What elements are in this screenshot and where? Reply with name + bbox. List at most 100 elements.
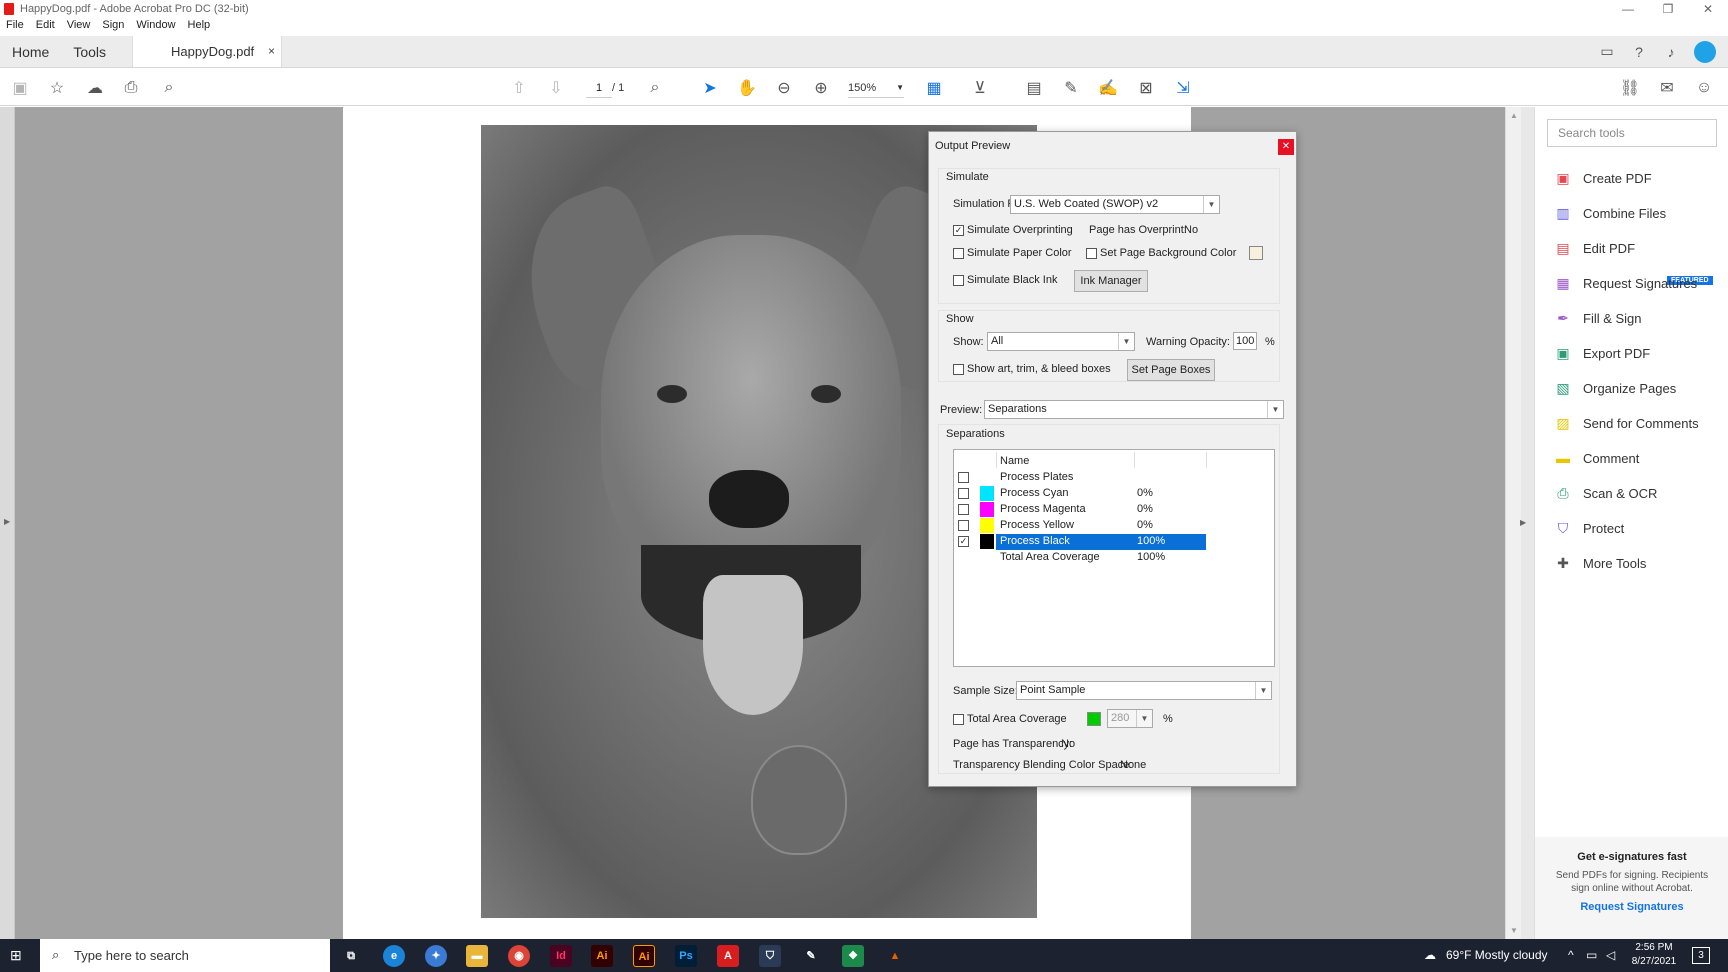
zoom-out-icon[interactable]: ⊖	[774, 78, 794, 98]
separation-checkbox[interactable]	[958, 472, 969, 483]
find-zoom-icon[interactable]: ⌕	[159, 78, 179, 98]
illustrator-icon[interactable]: Ai	[591, 945, 613, 967]
app-green-icon[interactable]: ❖	[842, 945, 864, 967]
vertical-scrollbar[interactable]: ▲ ▼	[1505, 107, 1521, 939]
tool-protect[interactable]: ⛉ Protect	[1553, 516, 1624, 540]
separation-row[interactable]: Process Cyan 0%	[954, 486, 1276, 502]
select-cursor-icon[interactable]: ➤	[700, 78, 720, 98]
page-number-input[interactable]: 1	[586, 78, 612, 98]
highlight-pen-icon[interactable]: ✎	[1061, 78, 1081, 98]
menu-window[interactable]: Window	[136, 19, 175, 35]
tool-request-signatures[interactable]: ▦ Request Signatures	[1553, 271, 1697, 295]
next-page-icon[interactable]: ⇩	[546, 78, 566, 98]
separation-row[interactable]: Process Magenta 0%	[954, 502, 1276, 518]
indesign-icon[interactable]: Id	[550, 945, 572, 967]
close-tab-icon[interactable]: ×	[268, 44, 275, 58]
show-select[interactable]: All ▼	[987, 332, 1135, 351]
separation-checkbox[interactable]	[958, 504, 969, 515]
separations-list[interactable]: Name Process Plates Process Cyan 0% Proc…	[953, 449, 1275, 667]
add-user-icon[interactable]: ☺	[1694, 78, 1714, 98]
notifications-bell-icon[interactable]: ♪	[1662, 43, 1680, 61]
tab-tools[interactable]: Tools	[61, 36, 118, 67]
separation-row[interactable]: Process Plates	[954, 470, 1276, 486]
menu-help[interactable]: Help	[188, 19, 211, 35]
simulate-black-ink-checkbox[interactable]	[953, 275, 964, 286]
sign-icon[interactable]: ✍	[1098, 78, 1118, 98]
separation-row[interactable]: Total Area Coverage 100%	[954, 550, 1276, 566]
preview-select[interactable]: Separations ▼	[984, 400, 1284, 419]
app-tool-icon[interactable]: ✎	[800, 945, 822, 967]
separation-checkbox[interactable]	[958, 520, 969, 531]
taskbar-search[interactable]: ⌕ Type here to search	[40, 939, 330, 972]
tac-value-select[interactable]: 280 ▼	[1107, 709, 1153, 728]
simulate-overprinting-checkbox[interactable]: ✓	[953, 225, 964, 236]
tool-edit-pdf[interactable]: ▤ Edit PDF	[1553, 236, 1635, 260]
print-icon[interactable]: ⎙	[121, 78, 141, 98]
zoom-select[interactable]: 150% ▼	[848, 78, 904, 98]
tab-home[interactable]: Home	[0, 36, 61, 67]
email-icon[interactable]: ✉	[1657, 78, 1677, 98]
upload-cloud-icon[interactable]: ☁	[85, 78, 105, 98]
menu-edit[interactable]: Edit	[36, 19, 55, 35]
total-area-coverage-checkbox[interactable]	[953, 714, 964, 725]
network-icon[interactable]: ▭	[1586, 939, 1597, 972]
marquee-zoom-icon[interactable]: ⌕	[645, 78, 665, 98]
simulate-paper-color-checkbox[interactable]	[953, 248, 964, 259]
comment-icon[interactable]: ▤	[1024, 78, 1044, 98]
show-boxes-checkbox[interactable]	[953, 364, 964, 375]
file-explorer-icon[interactable]: ▬	[466, 945, 488, 967]
separation-checkbox[interactable]: ✓	[958, 536, 969, 547]
promo-link[interactable]: Request Signatures	[1535, 901, 1728, 913]
search-tools-input[interactable]: Search tools	[1547, 119, 1717, 147]
separation-row-selected[interactable]: ✓ Process Black 100%	[954, 534, 1276, 550]
bookmark-star-icon[interactable]: ☆	[47, 78, 67, 98]
tool-comment[interactable]: ▬ Comment	[1553, 446, 1639, 470]
help-icon[interactable]: ?	[1630, 43, 1648, 61]
menu-file[interactable]: File	[6, 19, 24, 35]
warning-opacity-input[interactable]: 100	[1233, 332, 1257, 350]
chrome-icon[interactable]: ◉	[508, 945, 530, 967]
save-icon[interactable]: ▣	[10, 78, 30, 98]
tool-fill-sign[interactable]: ✒ Fill & Sign	[1553, 306, 1641, 330]
windows-start-icon[interactable]: ⊞	[10, 947, 26, 963]
zoom-in-icon[interactable]: ⊕	[811, 78, 831, 98]
set-page-boxes-button[interactable]: Set Page Boxes	[1127, 359, 1215, 381]
edge-icon[interactable]: e	[383, 945, 405, 967]
acrobat-icon[interactable]: A	[717, 945, 739, 967]
clock[interactable]: 2:56 PM 8/27/2021	[1626, 941, 1682, 969]
notifications-badge[interactable]: 3	[1692, 947, 1710, 964]
weather-text[interactable]: 69°F Mostly cloudy	[1446, 939, 1548, 972]
app-shield-icon[interactable]: ⛉	[759, 945, 781, 967]
tool-create-pdf[interactable]: ▣ Create PDF	[1553, 166, 1651, 190]
minimize-button[interactable]: —	[1608, 0, 1648, 18]
share-link-icon[interactable]: ⛓	[1620, 78, 1640, 98]
illustrator-icon[interactable]: Ai	[633, 945, 655, 967]
chat-icon[interactable]: ▭	[1598, 43, 1616, 61]
simulation-profile-select[interactable]: U.S. Web Coated (SWOP) v2 ▼	[1010, 195, 1220, 214]
maximize-button[interactable]: ❐	[1648, 0, 1688, 18]
photoshop-icon[interactable]: Ps	[675, 945, 697, 967]
volume-icon[interactable]: ◁	[1606, 939, 1615, 972]
set-page-bg-color-checkbox[interactable]	[1086, 248, 1097, 259]
chevron-right-icon[interactable]: ▶	[1520, 518, 1526, 527]
vlc-icon[interactable]: ▲	[884, 945, 906, 967]
left-panel-toggle[interactable]: ▶	[0, 107, 15, 939]
separation-row[interactable]: Process Yellow 0%	[954, 518, 1276, 534]
close-window-button[interactable]: ✕	[1688, 0, 1728, 18]
sample-size-select[interactable]: Point Sample ▼	[1016, 681, 1272, 700]
menu-view[interactable]: View	[67, 19, 91, 35]
page-bg-color-swatch[interactable]	[1249, 246, 1263, 260]
close-dialog-button[interactable]: ✕	[1278, 139, 1294, 155]
previous-page-icon[interactable]: ⇧	[509, 78, 529, 98]
tool-combine-files[interactable]: ▥ Combine Files	[1553, 201, 1666, 225]
tray-chevron-up-icon[interactable]: ^	[1568, 939, 1574, 972]
ink-manager-button[interactable]: Ink Manager	[1074, 270, 1148, 292]
scroll-up-icon[interactable]: ▲	[1510, 111, 1518, 120]
separation-checkbox[interactable]	[958, 488, 969, 499]
task-view-icon[interactable]: ⧉	[340, 945, 362, 967]
page-display-icon[interactable]: ▦	[924, 78, 944, 98]
tool-more-tools[interactable]: ✚ More Tools	[1553, 551, 1646, 575]
app-blue-icon[interactable]: ✦	[425, 945, 447, 967]
scroll-mode-icon[interactable]: ⊻	[970, 78, 990, 98]
export-icon[interactable]: ⇲	[1173, 78, 1193, 98]
